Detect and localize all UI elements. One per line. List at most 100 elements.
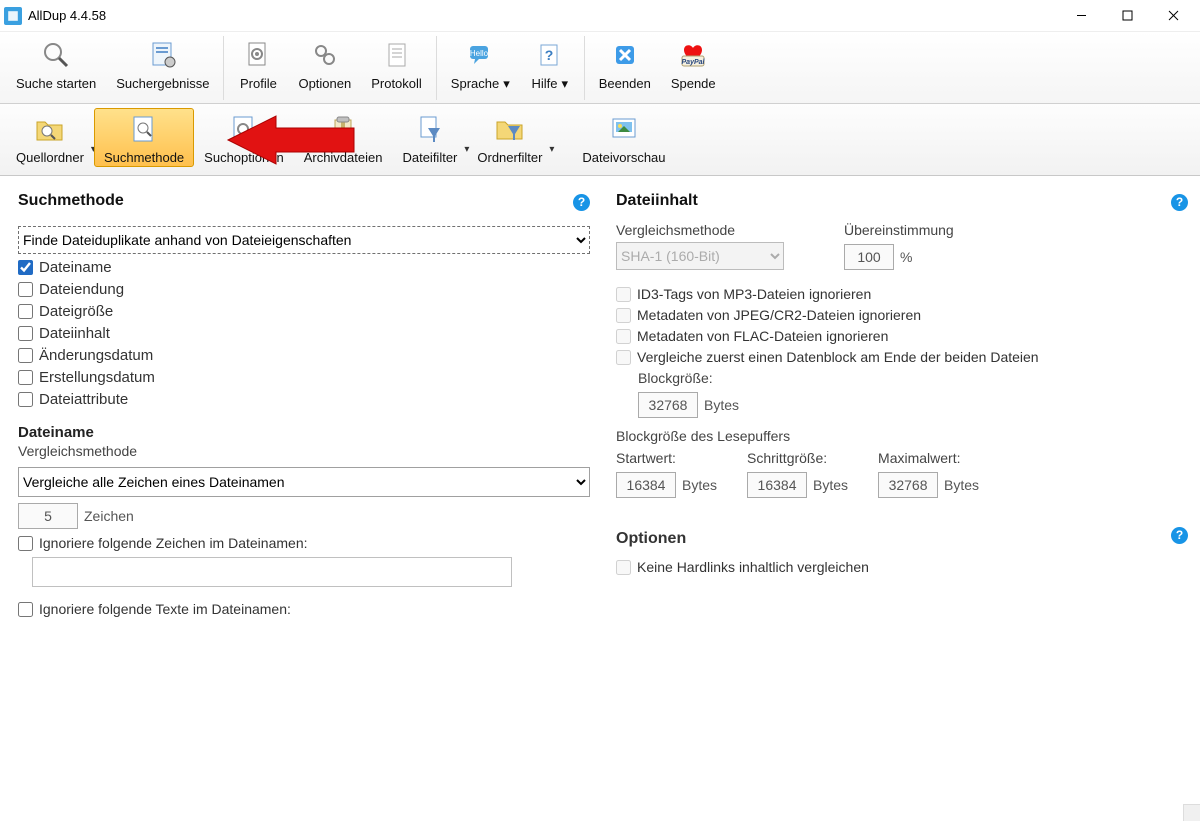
stepval-input [747, 472, 807, 498]
toolbar-language[interactable]: Hello Sprache ▾ [441, 36, 520, 94]
toolbar-profile-label: Profile [240, 76, 277, 91]
minimize-button[interactable] [1058, 1, 1104, 31]
match-percent-input [844, 244, 894, 270]
match-unit: % [900, 249, 912, 265]
filename-compare-select[interactable]: Vergleiche alle Zeichen eines Dateinamen [18, 467, 590, 497]
tab-archive-label: Archivdateien [304, 150, 383, 165]
toolbar-language-label: Sprache [451, 76, 499, 91]
main-method-select[interactable]: Finde Dateiduplikate anhand von Dateieig… [18, 226, 590, 254]
toolbar-search-start-label: Suche starten [16, 76, 96, 91]
toolbar-protocol-label: Protokoll [371, 76, 422, 91]
protocol-icon [380, 38, 414, 72]
checkbox-attributes[interactable]: Dateiattribute [18, 391, 590, 408]
checkbox-filesize-input[interactable] [18, 304, 33, 319]
toolbar-secondary: Quellordner ▾ Suchmethode Suchoptionen A… [0, 104, 1200, 176]
startval-label: Startwert: [616, 450, 717, 466]
help-icon[interactable]: ? [1171, 527, 1188, 544]
close-button[interactable] [1150, 1, 1196, 31]
checkbox-flac-input [616, 329, 631, 344]
checkbox-attributes-input[interactable] [18, 392, 33, 407]
tab-search-method-label: Suchmethode [104, 150, 184, 165]
svg-text:Hello: Hello [470, 49, 489, 58]
checkbox-filename[interactable]: Dateiname [18, 259, 590, 276]
main-content: Suchmethode ? Finde Dateiduplikate anhan… [0, 176, 1200, 821]
toolbar-profile[interactable]: Profile [228, 36, 288, 93]
toolbar-results-label: Suchergebnisse [116, 76, 209, 91]
tab-folder-filter[interactable]: Ordnerfilter ▾ [467, 108, 552, 167]
tab-archive[interactable]: Archivdateien [294, 108, 393, 167]
tab-folder-filter-label: Ordnerfilter [477, 150, 542, 165]
checkbox-id3-input [616, 287, 631, 302]
toolbar-exit-label: Beenden [599, 76, 651, 91]
document-search-icon [127, 112, 161, 146]
exit-icon [608, 38, 642, 72]
file-content-heading: Dateiinhalt [616, 192, 698, 210]
checkbox-created[interactable]: Erstellungsdatum [18, 369, 590, 386]
archive-icon [326, 112, 360, 146]
toolbar-separator [219, 36, 228, 100]
checkbox-id3[interactable]: ID3-Tags von MP3-Dateien ignorieren [616, 286, 1188, 302]
checkbox-end-compare-input [616, 350, 631, 365]
checkbox-ignore-texts-input[interactable] [18, 602, 33, 617]
maximize-button[interactable] [1104, 1, 1150, 31]
toolbar-main: Suche starten Suchergebnisse Profile Opt… [0, 32, 1200, 104]
checkbox-end-compare[interactable]: Vergleiche zuerst einen Datenblock am En… [616, 349, 1188, 365]
toolbar-options[interactable]: Optionen [288, 36, 361, 93]
toolbar-search-start[interactable]: Suche starten [6, 36, 106, 93]
toolbar-exit[interactable]: Beenden [589, 36, 661, 93]
checkbox-filesize[interactable]: Dateigröße [18, 303, 590, 320]
magnifier-icon [39, 38, 73, 72]
checkbox-flac[interactable]: Metadaten von FLAC-Dateien ignorieren [616, 328, 1188, 344]
chevron-down-icon: ▾ [561, 76, 568, 92]
checkbox-modified[interactable]: Änderungsdatum [18, 347, 590, 364]
toolbar-protocol[interactable]: Protokoll [361, 36, 432, 93]
blocksize-label: Blockgröße: [638, 370, 1188, 386]
toolbar-donate-label: Spende [671, 76, 716, 91]
checkbox-ignore-texts[interactable]: Ignoriere folgende Texte im Dateinamen: [18, 601, 590, 617]
language-icon: Hello [463, 38, 497, 72]
help-icon[interactable]: ? [573, 194, 590, 211]
toolbar-help[interactable]: ? Hilfe▾ [520, 36, 580, 94]
blocksize-unit: Bytes [704, 397, 739, 413]
tab-search-options[interactable]: Suchoptionen [194, 108, 294, 167]
checkbox-content-input[interactable] [18, 326, 33, 341]
compare-method-label: Vergleichsmethode [18, 443, 590, 459]
tab-search-method[interactable]: Suchmethode [94, 108, 194, 167]
tab-search-options-label: Suchoptionen [204, 150, 284, 165]
tab-source-label: Quellordner [16, 150, 84, 165]
file-filter-icon [413, 112, 447, 146]
tab-file-filter-label: Dateifilter [402, 150, 457, 165]
checkbox-filename-input[interactable] [18, 260, 33, 275]
chevron-down-icon: ▾ [503, 76, 510, 92]
checkbox-ignore-chars[interactable]: Ignoriere folgende Zeichen im Dateinamen… [18, 535, 590, 551]
help-icon[interactable]: ? [1171, 194, 1188, 211]
checkbox-modified-input[interactable] [18, 348, 33, 363]
stepval-label: Schrittgröße: [747, 450, 848, 466]
app-icon [4, 7, 22, 25]
toolbar-donate[interactable]: PayPal Spende [661, 36, 726, 93]
checkbox-ignore-chars-input[interactable] [18, 536, 33, 551]
window-controls [1058, 1, 1196, 31]
panel-file-content: Dateiinhalt ? Vergleichsmethode SHA-1 (1… [616, 188, 1188, 821]
options-heading: Optionen [616, 530, 686, 548]
tab-file-filter[interactable]: Dateifilter ▾ [392, 108, 467, 167]
tab-source-folder[interactable]: Quellordner ▾ [6, 108, 94, 167]
checkbox-hardlink[interactable]: Keine Hardlinks inhaltlich vergleichen [616, 559, 1188, 575]
checkbox-content[interactable]: Dateiinhalt [18, 325, 590, 342]
checkbox-extension-input[interactable] [18, 282, 33, 297]
toolbar-options-label: Optionen [298, 76, 351, 91]
toolbar-separator [580, 36, 589, 100]
checkbox-jpeg[interactable]: Metadaten von JPEG/CR2-Dateien ignoriere… [616, 307, 1188, 323]
profile-icon [241, 38, 275, 72]
tab-preview[interactable]: Dateivorschau [572, 108, 675, 167]
checkbox-created-input[interactable] [18, 370, 33, 385]
maxval-input [878, 472, 938, 498]
preview-icon [607, 112, 641, 146]
toolbar-results[interactable]: Suchergebnisse [106, 36, 219, 93]
char-count-unit: Zeichen [84, 508, 134, 524]
results-icon [146, 38, 180, 72]
checkbox-extension[interactable]: Dateiendung [18, 281, 590, 298]
ignore-chars-input[interactable] [32, 557, 512, 587]
folder-search-icon [33, 112, 67, 146]
svg-text:PayPal: PayPal [682, 59, 706, 66]
